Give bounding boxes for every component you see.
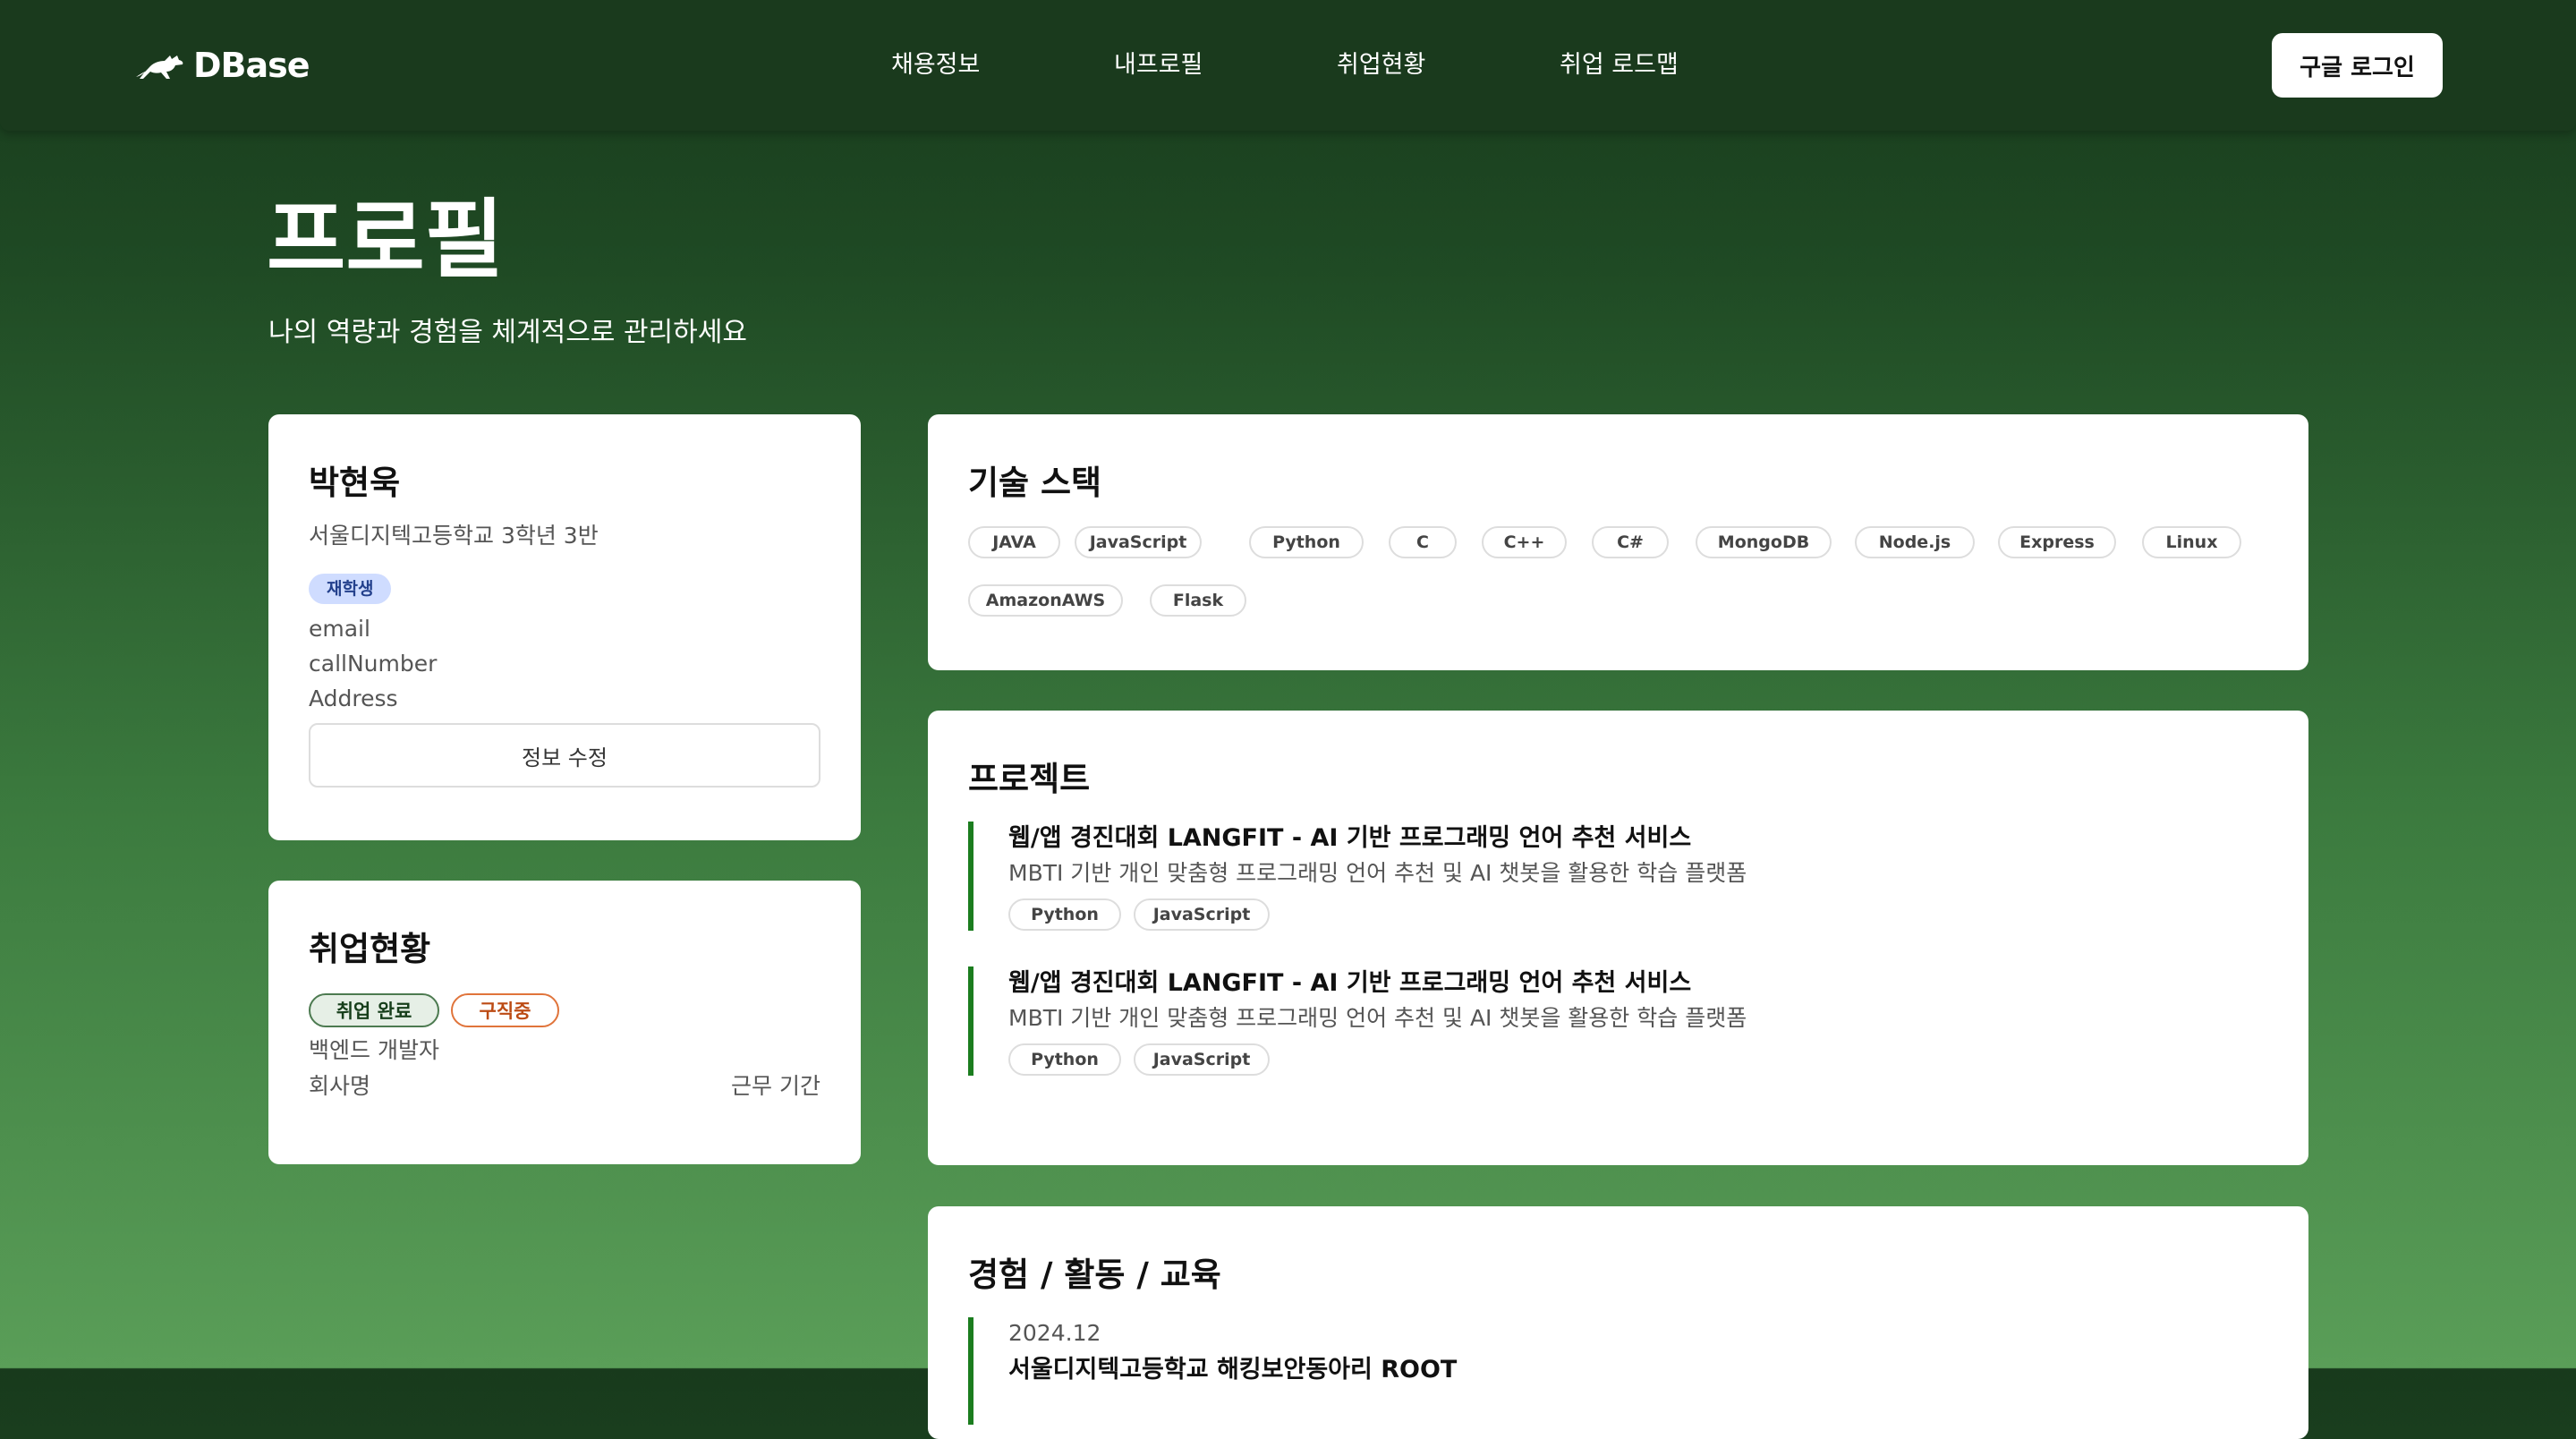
employment-period: 근무 기간 (731, 1073, 820, 1099)
project-item[interactable]: 웹/앱 경진대회 LANGFIT - AI 기반 프로그래밍 언어 추천 서비스… (968, 966, 2226, 1076)
skill-tag: C# (1592, 526, 1669, 558)
nav-item-career-roadmap[interactable]: 취업 로드맵 (1560, 47, 1679, 84)
project-tag: JavaScript (1134, 898, 1270, 931)
nav-item-my-profile[interactable]: 내프로필 (1114, 47, 1203, 84)
employment-title: 취업현황 (309, 930, 431, 968)
skill-tag: Express (1998, 526, 2116, 558)
project-title: 웹/앱 경진대회 LANGFIT - AI 기반 프로그래밍 언어 추천 서비스 (1008, 824, 1692, 852)
experience-item-title: 서울디지텍고등학교 해킹보안동아리 ROOT (1008, 1356, 1458, 1384)
skill-tag: Node.js (1855, 526, 1975, 558)
profile-school: 서울디지텍고등학교 3학년 3반 (309, 523, 599, 549)
experience-title: 경험 / 활동 / 교육 (968, 1256, 1221, 1294)
skills-card: 기술 스택 JAVA JavaScript Python C C++ C# Mo… (928, 414, 2308, 670)
skills-title: 기술 스택 (968, 464, 1102, 502)
profile-email: email (309, 616, 370, 642)
project-tag: Python (1008, 1043, 1121, 1076)
employment-card: 취업현황 취업 완료 구직중 백엔드 개발자 회사명 근무 기간 (268, 881, 861, 1164)
skill-tag: C++ (1482, 526, 1567, 558)
skill-tag: C (1389, 526, 1457, 558)
top-header: DBase 채용정보 내프로필 취업현황 취업 로드맵 구글 로그인 (0, 0, 2576, 131)
skill-tag: MongoDB (1696, 526, 1832, 558)
project-tag: Python (1008, 898, 1121, 931)
leaping-cat-icon (134, 50, 184, 81)
profile-name: 박현욱 (309, 464, 401, 502)
nav-item-employment-status[interactable]: 취업현황 (1337, 47, 1425, 84)
skill-tag: Linux (2142, 526, 2241, 558)
profile-phone: callNumber (309, 651, 438, 677)
project-description: MBTI 기반 개인 맞춤형 프로그래밍 언어 추천 및 AI 챗봇을 활용한 … (1008, 860, 1747, 886)
skill-tag: Python (1249, 526, 1364, 558)
status-employed-button[interactable]: 취업 완료 (309, 993, 439, 1027)
projects-title: 프로젝트 (968, 760, 1091, 798)
status-badge: 재학생 (309, 574, 392, 604)
project-item[interactable]: 웹/앱 경진대회 LANGFIT - AI 기반 프로그래밍 언어 추천 서비스… (968, 822, 2226, 931)
project-tag: JavaScript (1134, 1043, 1270, 1076)
experience-card: 경험 / 활동 / 교육 2024.12 서울디지텍고등학교 해킹보안동아리 R… (928, 1206, 2308, 1439)
skill-tag: Flask (1150, 584, 1246, 617)
project-title: 웹/앱 경진대회 LANGFIT - AI 기반 프로그래밍 언어 추천 서비스 (1008, 969, 1692, 997)
status-seeking-button[interactable]: 구직중 (451, 993, 559, 1027)
skill-tag: JavaScript (1075, 526, 1202, 558)
google-login-button[interactable]: 구글 로그인 (2272, 33, 2443, 98)
experience-item[interactable]: 2024.12 서울디지텍고등학교 해킹보안동아리 ROOT (968, 1317, 2226, 1425)
project-description: MBTI 기반 개인 맞춤형 프로그래밍 언어 추천 및 AI 챗봇을 활용한 … (1008, 1005, 1747, 1031)
experience-date: 2024.12 (1008, 1320, 1101, 1346)
projects-card: 프로젝트 웹/앱 경진대회 LANGFIT - AI 기반 프로그래밍 언어 추… (928, 711, 2308, 1165)
employment-company: 회사명 (309, 1073, 371, 1099)
skill-tag: JAVA (968, 526, 1060, 558)
edit-info-button[interactable]: 정보 수정 (309, 723, 820, 788)
page-subtitle: 나의 역량과 경험을 체계적으로 관리하세요 (268, 317, 747, 348)
profile-card: 박현욱 서울디지텍고등학교 3학년 3반 재학생 email callNumbe… (268, 414, 861, 840)
profile-address: Address (309, 685, 398, 711)
logo-text: DBase (193, 46, 310, 85)
page-title: 프로필 (267, 190, 504, 290)
logo[interactable]: DBase (134, 43, 310, 88)
nav-item-jobs[interactable]: 채용정보 (891, 47, 980, 84)
employment-role: 백엔드 개발자 (309, 1037, 439, 1063)
skill-tag: AmazonAWS (968, 584, 1123, 617)
